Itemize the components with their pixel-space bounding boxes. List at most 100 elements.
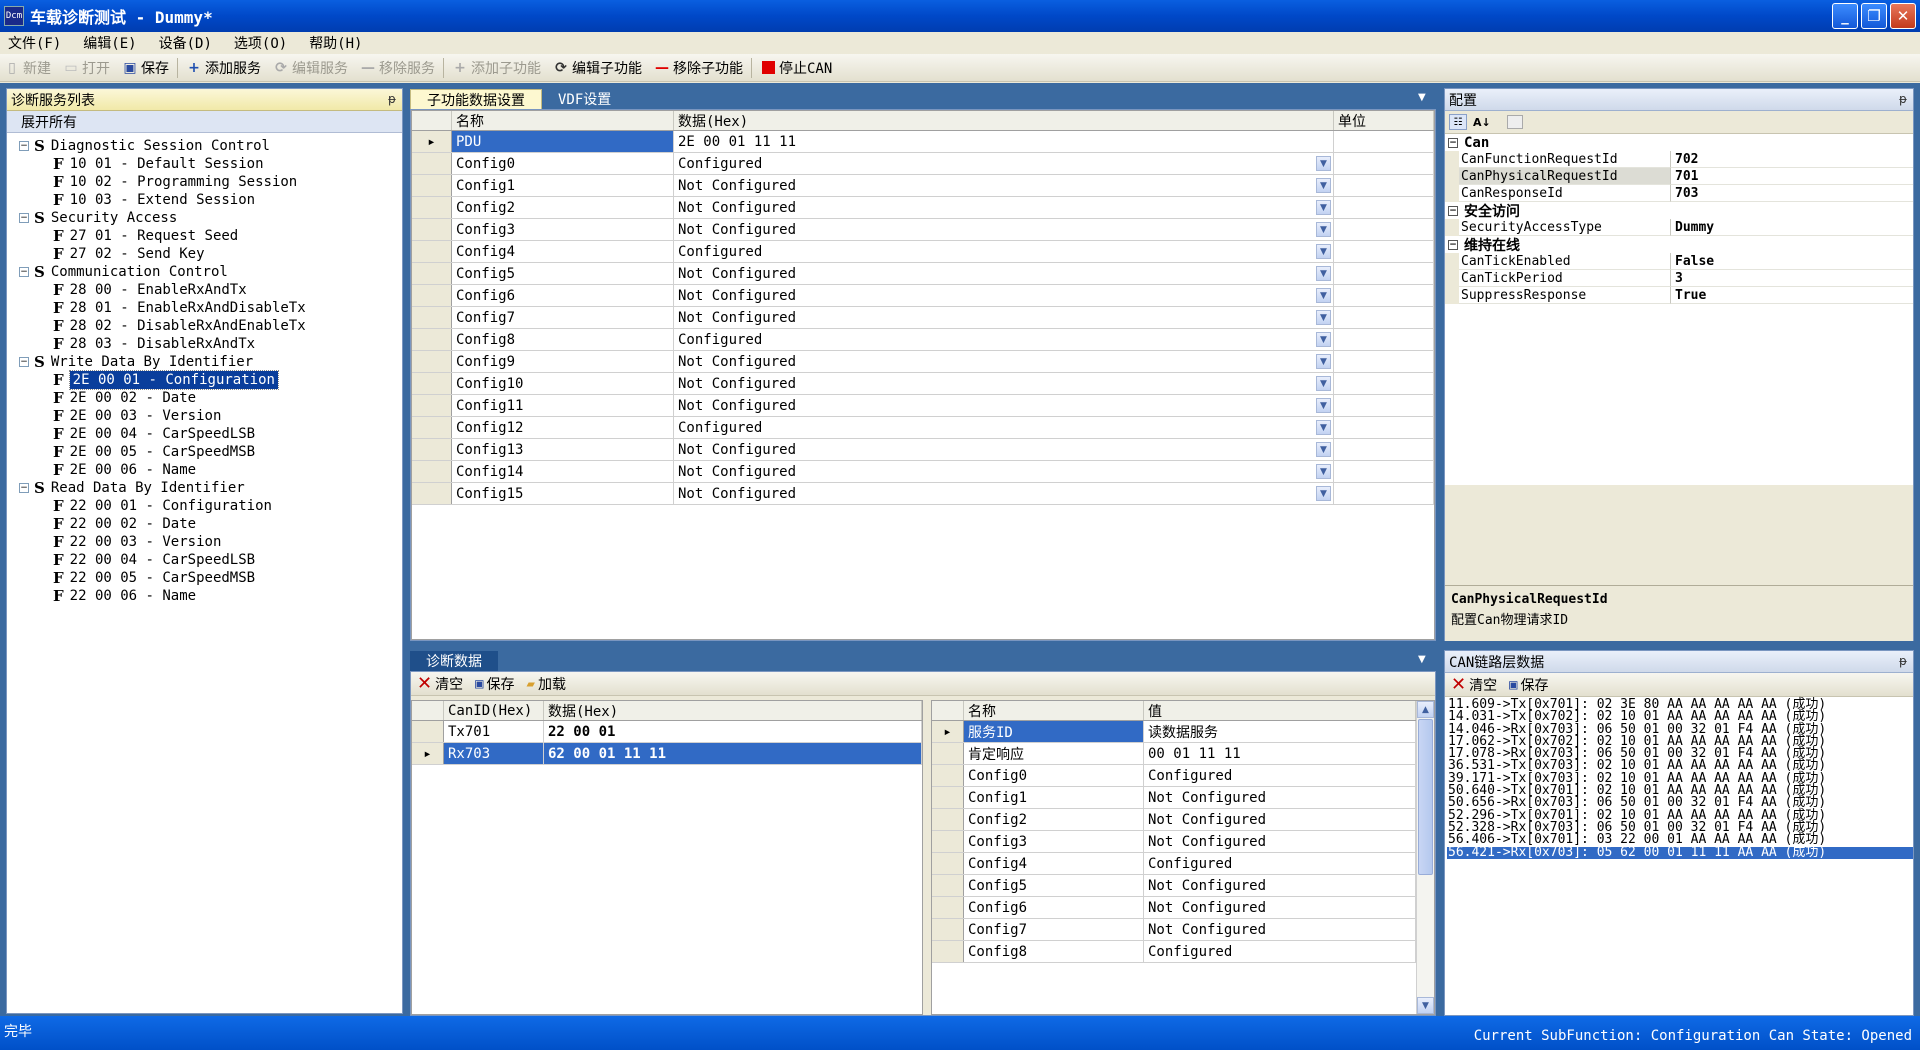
tree-service-node[interactable]: − S Write Data By Identifier	[19, 353, 402, 371]
close-button[interactable]: ✕	[1890, 3, 1916, 29]
config-select[interactable]: Not Configured ▼	[674, 175, 1334, 196]
column-value[interactable]: 值	[1144, 701, 1416, 720]
categorized-icon[interactable]: ☷	[1449, 114, 1467, 130]
table-row[interactable]: Config9 Not Configured ▼	[412, 351, 1434, 373]
property-category[interactable]: − 维持在线	[1445, 236, 1913, 254]
table-row[interactable]: Config14 Not Configured ▼	[412, 461, 1434, 483]
chevron-down-icon[interactable]: ▼	[1316, 464, 1331, 479]
tree-subfunction-node[interactable]: F 22 00 04 - CarSpeedLSB	[19, 551, 402, 569]
tree-subfunction-node[interactable]: F 2E 00 04 - CarSpeedLSB	[19, 425, 402, 443]
chevron-down-icon[interactable]: ▼	[1316, 244, 1331, 259]
property-row[interactable]: CanPhysicalRequestId 701	[1445, 168, 1913, 185]
expand-all-button[interactable]: 展开所有	[7, 111, 402, 133]
config-select[interactable]: Configured ▼	[674, 417, 1334, 438]
config-select[interactable]: Not Configured ▼	[674, 439, 1334, 460]
collapse-icon[interactable]: −	[19, 483, 29, 493]
new-button[interactable]: ▯ 新建	[4, 58, 51, 78]
property-row[interactable]: CanTickEnabled False	[1445, 253, 1913, 270]
chevron-down-icon[interactable]: ▼	[1418, 654, 1426, 665]
table-row[interactable]: ▸ Rx703 62 00 01 11 11	[412, 743, 922, 765]
tree-subfunction-node[interactable]: F 27 01 - Request Seed	[19, 227, 402, 245]
chevron-down-icon[interactable]: ▼	[1316, 156, 1331, 171]
pin-icon[interactable]: ᵽ	[388, 92, 396, 106]
config-select[interactable]: Not Configured ▼	[674, 373, 1334, 394]
tree-subfunction-node[interactable]: F 28 03 - DisableRxAndTx	[19, 335, 402, 353]
chevron-down-icon[interactable]: ▼	[1418, 92, 1426, 103]
column-unit[interactable]: 单位	[1334, 111, 1434, 130]
menu-edit[interactable]: 编辑(E)	[83, 33, 136, 53]
table-row[interactable]: Config2 Not Configured ▼	[412, 197, 1434, 219]
config-select[interactable]: Configured ▼	[674, 241, 1334, 262]
chevron-down-icon[interactable]: ▼	[1316, 178, 1331, 193]
tree-service-node[interactable]: − S Read Data By Identifier	[19, 479, 402, 497]
add-service-button[interactable]: + 添加服务	[186, 58, 261, 78]
property-category[interactable]: − Can	[1445, 134, 1913, 151]
edit-subfunction-button[interactable]: ⟳ 编辑子功能	[553, 58, 642, 78]
property-value[interactable]: Dummy	[1671, 219, 1913, 236]
property-value[interactable]: 3	[1671, 270, 1913, 287]
property-row[interactable]: CanFunctionRequestId 702	[1445, 151, 1913, 168]
collapse-icon[interactable]: −	[19, 357, 29, 367]
table-row[interactable]: Config7 Not Configured ▼	[412, 307, 1434, 329]
table-row[interactable]: Config10 Not Configured ▼	[412, 373, 1434, 395]
collapse-icon[interactable]: −	[19, 141, 29, 151]
can-log-list[interactable]: 11.609->Tx[0x701]: 02 3E 80 AA AA AA AA …	[1445, 697, 1913, 859]
pin-icon[interactable]: ᵽ	[1899, 654, 1907, 668]
stop-can-button[interactable]: 停止CAN	[760, 58, 832, 78]
tree-subfunction-node[interactable]: F 22 00 05 - CarSpeedMSB	[19, 569, 402, 587]
log-entry[interactable]: 56.421->Rx[0x703]: 05 62 00 01 11 11 AA …	[1447, 845, 1913, 859]
table-row[interactable]: Config7 Not Configured	[932, 919, 1434, 941]
property-row[interactable]: CanTickPeriod 3	[1445, 270, 1913, 287]
chevron-down-icon[interactable]: ▼	[1316, 332, 1331, 347]
config-select[interactable]: Configured ▼	[674, 153, 1334, 174]
property-category[interactable]: − 安全访问	[1445, 202, 1913, 220]
property-value[interactable]: 703	[1671, 185, 1913, 202]
tree-service-node[interactable]: − S Diagnostic Session Control	[19, 137, 402, 155]
config-select[interactable]: Not Configured ▼	[674, 461, 1334, 482]
config-select[interactable]: Configured ▼	[674, 329, 1334, 350]
property-value[interactable]: 701	[1671, 168, 1913, 185]
table-row[interactable]: Config6 Not Configured ▼	[412, 285, 1434, 307]
table-row[interactable]: 肯定响应 00 01 11 11	[932, 743, 1434, 765]
clear-button[interactable]: ✕ 清空	[417, 673, 463, 694]
column-data-hex[interactable]: 数据(Hex)	[674, 111, 1334, 130]
tree-subfunction-node[interactable]: F 28 01 - EnableRxAndDisableTx	[19, 299, 402, 317]
scrollbar[interactable]: ▲ ▼	[1416, 701, 1434, 1014]
tree-subfunction-node[interactable]: F 2E 00 06 - Name	[19, 461, 402, 479]
property-value[interactable]: True	[1671, 287, 1913, 304]
tree-subfunction-node[interactable]: F 22 00 03 - Version	[19, 533, 402, 551]
table-row[interactable]: Config1 Not Configured ▼	[412, 175, 1434, 197]
tree-subfunction-node[interactable]: F 2E 00 02 - Date	[19, 389, 402, 407]
chevron-down-icon[interactable]: ▼	[1316, 420, 1331, 435]
collapse-icon[interactable]: −	[1448, 205, 1458, 216]
config-select[interactable]: Not Configured ▼	[674, 307, 1334, 328]
remove-subfunction-button[interactable]: — 移除子功能	[654, 58, 743, 78]
tab-vdf-settings[interactable]: VDF设置	[542, 89, 627, 109]
tree-subfunction-node[interactable]: F 28 02 - DisableRxAndEnableTx	[19, 317, 402, 335]
sort-alphabetical-icon[interactable]: A↓	[1473, 116, 1491, 129]
collapse-icon[interactable]: −	[1448, 137, 1458, 148]
tree-subfunction-node[interactable]: F 10 03 - Extend Session	[19, 191, 402, 209]
save-button[interactable]: ▣ 保存	[475, 674, 514, 694]
clear-button[interactable]: ✕ 清空	[1451, 674, 1497, 695]
edit-service-button[interactable]: ⟳ 编辑服务	[273, 58, 348, 78]
menu-device[interactable]: 设备(D)	[159, 33, 212, 53]
chevron-down-icon[interactable]: ▼	[1316, 266, 1331, 281]
property-row[interactable]: SecurityAccessType Dummy	[1445, 219, 1913, 236]
table-row[interactable]: Config5 Not Configured	[932, 875, 1434, 897]
pdu-value-input[interactable]: 2E 00 01 11 11	[674, 131, 1334, 152]
config-select[interactable]: Not Configured ▼	[674, 219, 1334, 240]
property-value[interactable]: 702	[1671, 151, 1913, 168]
collapse-icon[interactable]: −	[1448, 239, 1458, 250]
menu-options[interactable]: 选项(O)	[234, 33, 287, 53]
table-row[interactable]: Config8 Configured ▼	[412, 329, 1434, 351]
table-row[interactable]: ▸ PDU 2E 00 01 11 11	[412, 131, 1434, 153]
collapse-icon[interactable]: −	[19, 213, 29, 223]
tree-subfunction-node[interactable]: F 10 01 - Default Session	[19, 155, 402, 173]
table-row[interactable]: Config3 Not Configured	[932, 831, 1434, 853]
chevron-down-icon[interactable]: ▼	[1316, 486, 1331, 501]
tree-service-node[interactable]: − S Security Access	[19, 209, 402, 227]
tree-subfunction-node[interactable]: F 2E 00 05 - CarSpeedMSB	[19, 443, 402, 461]
config-select[interactable]: Not Configured ▼	[674, 285, 1334, 306]
chevron-down-icon[interactable]: ▼	[1316, 222, 1331, 237]
